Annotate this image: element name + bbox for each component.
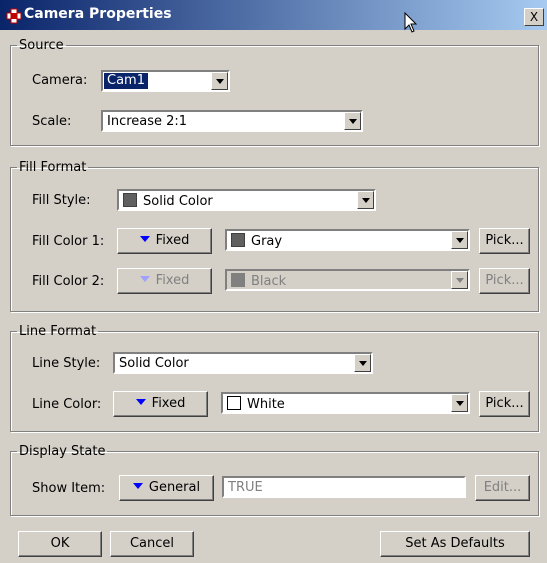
fill-color-1-select[interactable]: Gray [225, 229, 470, 251]
ok-button[interactable]: OK [18, 531, 102, 557]
title-bar[interactable]: Camera Properties X [0, 0, 547, 33]
scale-label: Scale: [32, 114, 72, 129]
show-item-label: Show Item: [32, 481, 106, 496]
chevron-down-icon[interactable] [451, 271, 468, 289]
triangle-down-icon [132, 483, 143, 489]
cancel-button[interactable]: Cancel [110, 531, 194, 557]
display-state-legend: Display State [19, 444, 106, 459]
line-color-label: Line Color: [32, 397, 102, 412]
chevron-down-icon[interactable] [357, 191, 374, 209]
close-button[interactable]: X [524, 8, 544, 26]
line-style-label: Line Style: [32, 356, 101, 371]
show-item-mode: General [148, 480, 201, 495]
fill-color-1-mode: Fixed [155, 233, 190, 248]
camera-label: Camera: [32, 73, 88, 88]
fill-color-1-mode-button[interactable]: Fixed [117, 228, 212, 254]
app-icon [6, 8, 22, 24]
chevron-down-icon[interactable] [344, 112, 361, 130]
set-as-defaults-button[interactable]: Set As Defaults [380, 531, 530, 557]
edit-button[interactable]: Edit... [475, 475, 530, 501]
line-color-mode-button[interactable]: Fixed [113, 391, 208, 417]
fill-color-2-mode: Fixed [155, 273, 190, 288]
camera-select[interactable]: Cam1 [101, 70, 230, 92]
line-color-pick-button[interactable]: Pick... [479, 391, 530, 417]
camera-properties-dialog: Camera Properties X Source Camera: Cam1 … [0, 0, 547, 563]
fill-color-2-mode-button[interactable]: Fixed [117, 268, 212, 294]
fill-color-1-pick-button[interactable]: Pick... [479, 228, 530, 254]
fill-color-2-swatch [231, 273, 245, 287]
line-format-group: Line Format [10, 324, 539, 432]
mouse-cursor-icon [404, 12, 418, 33]
fill-color-2-label: Fill Color 2: [32, 274, 105, 289]
triangle-down-icon [139, 276, 150, 282]
window-title: Camera Properties [24, 6, 172, 22]
line-color-value: White [247, 397, 285, 412]
fill-color-2-value: Black [251, 274, 287, 289]
show-item-mode-button[interactable]: General [119, 475, 214, 501]
line-style-value: Solid Color [119, 356, 189, 371]
scale-select[interactable]: Increase 2:1 [101, 110, 363, 132]
source-legend: Source [19, 38, 64, 53]
fill-style-value: Solid Color [143, 194, 213, 209]
triangle-down-icon [135, 399, 146, 405]
fill-color-1-value: Gray [251, 234, 283, 249]
chevron-down-icon[interactable] [451, 394, 468, 412]
fill-color-2-select[interactable]: Black [225, 269, 470, 291]
triangle-down-icon [139, 236, 150, 242]
chevron-down-icon[interactable] [451, 231, 468, 249]
line-color-swatch [227, 396, 241, 410]
chevron-down-icon[interactable] [354, 354, 371, 372]
line-style-select[interactable]: Solid Color [113, 352, 373, 374]
scale-value: Increase 2:1 [107, 114, 188, 129]
fill-color-2-pick-button[interactable]: Pick... [479, 268, 530, 294]
fill-color-1-label: Fill Color 1: [32, 234, 105, 249]
fill-style-select[interactable]: Solid Color [117, 189, 376, 211]
camera-value: Cam1 [104, 73, 148, 89]
line-color-select[interactable]: White [221, 392, 470, 414]
line-color-mode: Fixed [151, 396, 186, 411]
show-item-value: TRUE [228, 480, 263, 495]
fill-style-swatch [123, 193, 137, 207]
chevron-down-icon[interactable] [211, 72, 228, 90]
fill-style-label: Fill Style: [32, 193, 91, 208]
fill-format-legend: Fill Format [19, 160, 87, 175]
show-item-expression-field[interactable]: TRUE [222, 476, 466, 498]
fill-color-1-swatch [231, 233, 245, 247]
line-format-legend: Line Format [19, 324, 97, 339]
